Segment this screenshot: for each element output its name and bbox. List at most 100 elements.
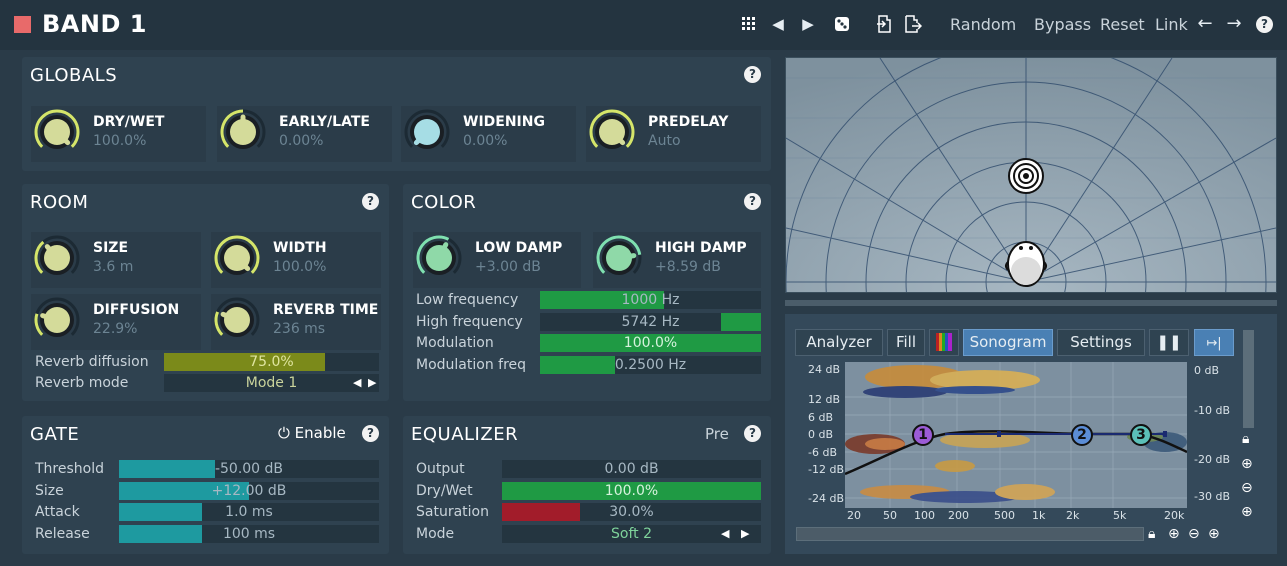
- knob-dial[interactable]: [219, 108, 267, 156]
- output-meter[interactable]: [1243, 330, 1254, 428]
- lock-icon[interactable]: 🔒︎: [1148, 526, 1155, 542]
- link-button[interactable]: Link: [1155, 15, 1188, 34]
- color-help-icon[interactable]: ?: [744, 193, 761, 210]
- zoom-in-icon[interactable]: ⊕: [1168, 526, 1180, 542]
- load-preset-icon[interactable]: [875, 13, 893, 35]
- gate-help-icon[interactable]: ?: [362, 425, 379, 442]
- slider-value: 100.0%: [604, 482, 659, 499]
- color-slider-low-frequency[interactable]: Low frequency 1000 Hz: [416, 291, 761, 309]
- zoom-reset-icon[interactable]: ⊕: [1208, 526, 1220, 542]
- eq-band-1-handle[interactable]: 1: [912, 424, 934, 446]
- settings-button[interactable]: Settings: [1057, 329, 1145, 356]
- knob-dial[interactable]: [595, 234, 643, 282]
- globals-knob-early-late[interactable]: EARLY/LATE 0.00%: [217, 106, 392, 162]
- eq-band-3-handle[interactable]: 3: [1130, 424, 1152, 446]
- knob-dial[interactable]: [588, 108, 636, 156]
- knob-dial[interactable]: [33, 296, 81, 344]
- slider-track[interactable]: 0.00 dB: [502, 460, 761, 478]
- eq-mode-next-icon[interactable]: ▶: [741, 525, 749, 543]
- random-button[interactable]: Random: [950, 15, 1016, 34]
- reverb-mode-next-icon[interactable]: ▶: [368, 374, 376, 392]
- room-knob-size[interactable]: SIZE 3.6 m: [31, 232, 201, 288]
- bypass-button[interactable]: Bypass: [1034, 15, 1091, 34]
- pre-toggle[interactable]: Pre: [705, 425, 729, 443]
- gate-slider-attack[interactable]: Attack 1.0 ms: [35, 503, 379, 521]
- knob-dial[interactable]: [403, 108, 451, 156]
- arrow-left-icon[interactable]: ←: [1195, 13, 1215, 35]
- panel-divider[interactable]: [785, 300, 1277, 306]
- globals-knob-dry-wet[interactable]: DRY/WET 100.0%: [31, 106, 206, 162]
- lock-icon[interactable]: 🔒︎: [1242, 431, 1249, 447]
- reverb-mode-box[interactable]: Mode 1: [164, 374, 379, 392]
- slider-track[interactable]: 30.0%: [502, 503, 761, 521]
- slider-track[interactable]: 100.0%: [540, 334, 761, 352]
- freq-label: 50: [883, 509, 897, 522]
- color-slider-modulation[interactable]: Modulation 100.0%: [416, 334, 761, 352]
- gate-slider-release[interactable]: Release 100 ms: [35, 524, 379, 543]
- slider-track[interactable]: -50.00 dB: [119, 460, 379, 478]
- sonogram-button[interactable]: Sonogram: [963, 329, 1053, 356]
- reverb-diffusion-track[interactable]: 75.0%: [164, 353, 379, 371]
- analyzer-button[interactable]: Analyzer: [795, 329, 883, 356]
- fill-button[interactable]: Fill: [887, 329, 925, 356]
- reverb-diffusion-slider[interactable]: Reverb diffusion 75.0%: [35, 353, 379, 371]
- equalizer-slider-dry-wet[interactable]: Dry/Wet 100.0%: [416, 481, 761, 500]
- room-knob-diffusion[interactable]: DIFFUSION 22.9%: [31, 294, 201, 350]
- eq-band-2-handle[interactable]: 2: [1071, 424, 1093, 446]
- equalizer-slider-output[interactable]: Output 0.00 dB: [416, 460, 761, 478]
- follow-button[interactable]: ↦|: [1194, 329, 1234, 356]
- zoom-in-icon[interactable]: ⊕: [1241, 456, 1253, 472]
- pause-button[interactable]: ❚❚: [1149, 329, 1189, 356]
- knob-dial[interactable]: [33, 234, 81, 282]
- color-palette-button[interactable]: [929, 329, 959, 356]
- slider-track[interactable]: +12.00 dB: [119, 481, 379, 500]
- slider-track[interactable]: 1.0 ms: [119, 503, 379, 521]
- slider-track[interactable]: 0.2500 Hz: [540, 355, 761, 374]
- save-preset-icon[interactable]: [904, 13, 923, 35]
- knob-dial[interactable]: [33, 108, 81, 156]
- equalizer-help-icon[interactable]: ?: [744, 425, 761, 442]
- zoom-out-icon[interactable]: ⊖: [1188, 526, 1200, 542]
- slider-track[interactable]: 100 ms: [119, 524, 379, 543]
- next-preset-icon[interactable]: ▶: [800, 13, 816, 35]
- knob-label: LOW DAMP: [475, 240, 563, 256]
- zoom-out-icon[interactable]: ⊖: [1241, 480, 1253, 496]
- db-label-left: 24 dB: [808, 363, 841, 376]
- room-help-icon[interactable]: ?: [362, 193, 379, 210]
- eq-mode-selector[interactable]: Mode Soft 2 ◀ ▶: [416, 525, 761, 543]
- knob-dial[interactable]: [213, 296, 261, 344]
- color-knob-low-damp[interactable]: LOW DAMP +3.00 dB: [413, 232, 581, 288]
- help-icon[interactable]: ?: [1256, 16, 1273, 33]
- horizontal-scrollbar[interactable]: [796, 527, 1144, 541]
- slider-track[interactable]: 1000 Hz: [540, 291, 761, 309]
- reverb-mode-prev-icon[interactable]: ◀: [353, 374, 361, 392]
- reverb-mode-selector[interactable]: Reverb mode Mode 1 ◀ ▶: [35, 374, 379, 392]
- equalizer-slider-saturation[interactable]: Saturation 30.0%: [416, 503, 761, 521]
- slider-track[interactable]: 100.0%: [502, 481, 761, 500]
- room-knob-reverb-time[interactable]: REVERB TIME 236 ms: [211, 294, 381, 350]
- listener-head-icon: [1005, 241, 1047, 287]
- room-polar-view[interactable]: [785, 41, 1277, 523]
- room-knob-width[interactable]: WIDTH 100.0%: [211, 232, 381, 288]
- knob-dial[interactable]: [213, 234, 261, 282]
- globals-help-icon[interactable]: ?: [744, 66, 761, 83]
- gate-enable-toggle[interactable]: ⏻ Enable: [278, 424, 346, 442]
- globals-knob-widening[interactable]: WIDENING 0.00%: [401, 106, 576, 162]
- color-slider-modulation-freq[interactable]: Modulation freq 0.2500 Hz: [416, 355, 761, 374]
- gate-slider-threshold[interactable]: Threshold -50.00 dB: [35, 460, 379, 478]
- gate-slider-size[interactable]: Size +12.00 dB: [35, 481, 379, 500]
- reverb-diffusion-label: Reverb diffusion: [35, 354, 149, 370]
- color-knob-high-damp[interactable]: HIGH DAMP +8.59 dB: [593, 232, 761, 288]
- dice-icon[interactable]: [833, 13, 851, 35]
- color-slider-high-frequency[interactable]: High frequency 5742 Hz: [416, 312, 761, 331]
- eq-mode-prev-icon[interactable]: ◀: [721, 525, 729, 543]
- reset-button[interactable]: Reset: [1100, 15, 1145, 34]
- slider-track[interactable]: 5742 Hz: [540, 312, 761, 331]
- slider-value: 30.0%: [609, 504, 654, 520]
- globals-knob-predelay[interactable]: PREDELAY Auto: [586, 106, 761, 162]
- zoom-reset-icon[interactable]: ⊕: [1241, 504, 1253, 520]
- grid-menu-icon[interactable]: [739, 13, 759, 35]
- knob-dial[interactable]: [415, 234, 463, 282]
- previous-preset-icon[interactable]: ◀: [770, 13, 786, 35]
- arrow-right-icon[interactable]: →: [1224, 13, 1244, 35]
